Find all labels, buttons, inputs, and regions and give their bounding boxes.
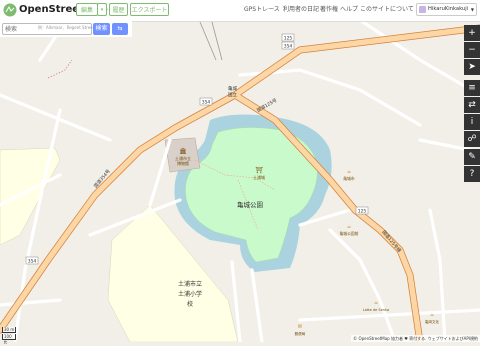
export-button[interactable]: エクスポート (130, 3, 169, 16)
svg-text:125: 125 (358, 209, 367, 215)
layers-icon[interactable]: ≡ (464, 80, 480, 96)
info-icon[interactable]: i (464, 114, 480, 130)
poi-icon-c: ☕ (374, 300, 379, 306)
chevron-down-icon: ▼ (470, 7, 474, 12)
poi-icon-d: ☕ (430, 312, 435, 318)
shrine-icon: ⛩ (255, 166, 263, 174)
zoom-in-button[interactable]: + (464, 25, 480, 41)
area-label-1: 亀城 (228, 85, 237, 92)
poi-icon-b: ☕ (347, 224, 352, 230)
nav-diaries[interactable]: 利用者の日記 (283, 6, 319, 14)
route-shield-125-b: 354 (281, 41, 295, 50)
poi-label-e: 郵便局 (295, 331, 306, 336)
zoom-out-button[interactable]: − (464, 42, 480, 58)
search-bar: 例：Alkmaar、Regent Street 検索 ⇆ (0, 21, 132, 37)
school-label-1: 土浦市立 (178, 280, 202, 288)
share-icon[interactable]: ☍ (464, 131, 480, 147)
scale-metric: 30 m (2, 327, 16, 333)
map-canvas[interactable]: 354 354 125 354 125 国道354号 国道125号 国道125号… (0, 0, 480, 342)
poi-label-c: Latte de Senka (363, 308, 389, 312)
route-shield-125-a: 125 (281, 33, 295, 42)
route-shield-354-b: 354 (25, 256, 39, 265)
shrine-label: 土浦城 (253, 174, 265, 180)
attribution[interactable]: © OpenStreetMap 協力者 ♥ 寄付する. ウェブサイトおよびAPI… (351, 335, 480, 342)
school-label-3: 校 (187, 300, 193, 308)
user-menu[interactable]: HikaruKinkakuji ▼ (416, 3, 477, 16)
svg-text:354: 354 (202, 100, 211, 106)
poi-label-d: 亀岡文化 (425, 319, 439, 324)
area-label-2: 国立 (228, 91, 237, 98)
museum-label-2: 博物館 (177, 160, 189, 166)
svg-text:354: 354 (28, 259, 37, 265)
svg-text:125: 125 (284, 36, 293, 42)
nav-copyright[interactable]: 著作権 (320, 6, 338, 14)
edit-button[interactable]: 編集 (76, 3, 98, 16)
user-name: HikaruKinkakuji (428, 6, 469, 12)
nav-help[interactable]: ヘルプ (340, 6, 358, 14)
note-icon[interactable]: ✎ (464, 149, 480, 165)
avatar (419, 6, 426, 13)
search-hint: 例：Alkmaar、Regent Street (38, 25, 95, 30)
nav-about[interactable]: このサイトについて (360, 6, 414, 14)
scale-imperial: 100 ft (2, 334, 16, 345)
poi-label-a: 亀城市 (343, 176, 355, 181)
top-navbar: OpenStreetMap 編集 ▾ 履歴 エクスポート GPSトレース 利用者… (0, 0, 480, 22)
route-shield-125-c: 125 (355, 206, 369, 215)
legend-icon[interactable]: ⇄ (464, 97, 480, 113)
search-button[interactable]: 検索 (93, 23, 110, 35)
history-button[interactable]: 履歴 (109, 3, 128, 16)
route-shield-354-a: 354 (199, 97, 213, 106)
poi-label-b: 亀城公園前 (340, 231, 359, 236)
query-icon[interactable]: ? (464, 166, 480, 182)
poi-icon-a: ☕ (347, 169, 352, 175)
edit-dropdown-icon[interactable]: ▾ (97, 3, 107, 16)
svg-text:354: 354 (284, 44, 293, 50)
museum-icon: 🏛 (179, 147, 187, 155)
locate-icon[interactable]: ➤ (464, 59, 480, 75)
osm-logo-icon[interactable] (3, 3, 17, 17)
directions-icon[interactable]: ⇆ (112, 23, 128, 35)
school-label-2: 土浦小学 (178, 290, 202, 298)
park-label: 亀城公園 (237, 200, 263, 209)
nav-gps-traces[interactable]: GPSトレース (244, 6, 280, 14)
